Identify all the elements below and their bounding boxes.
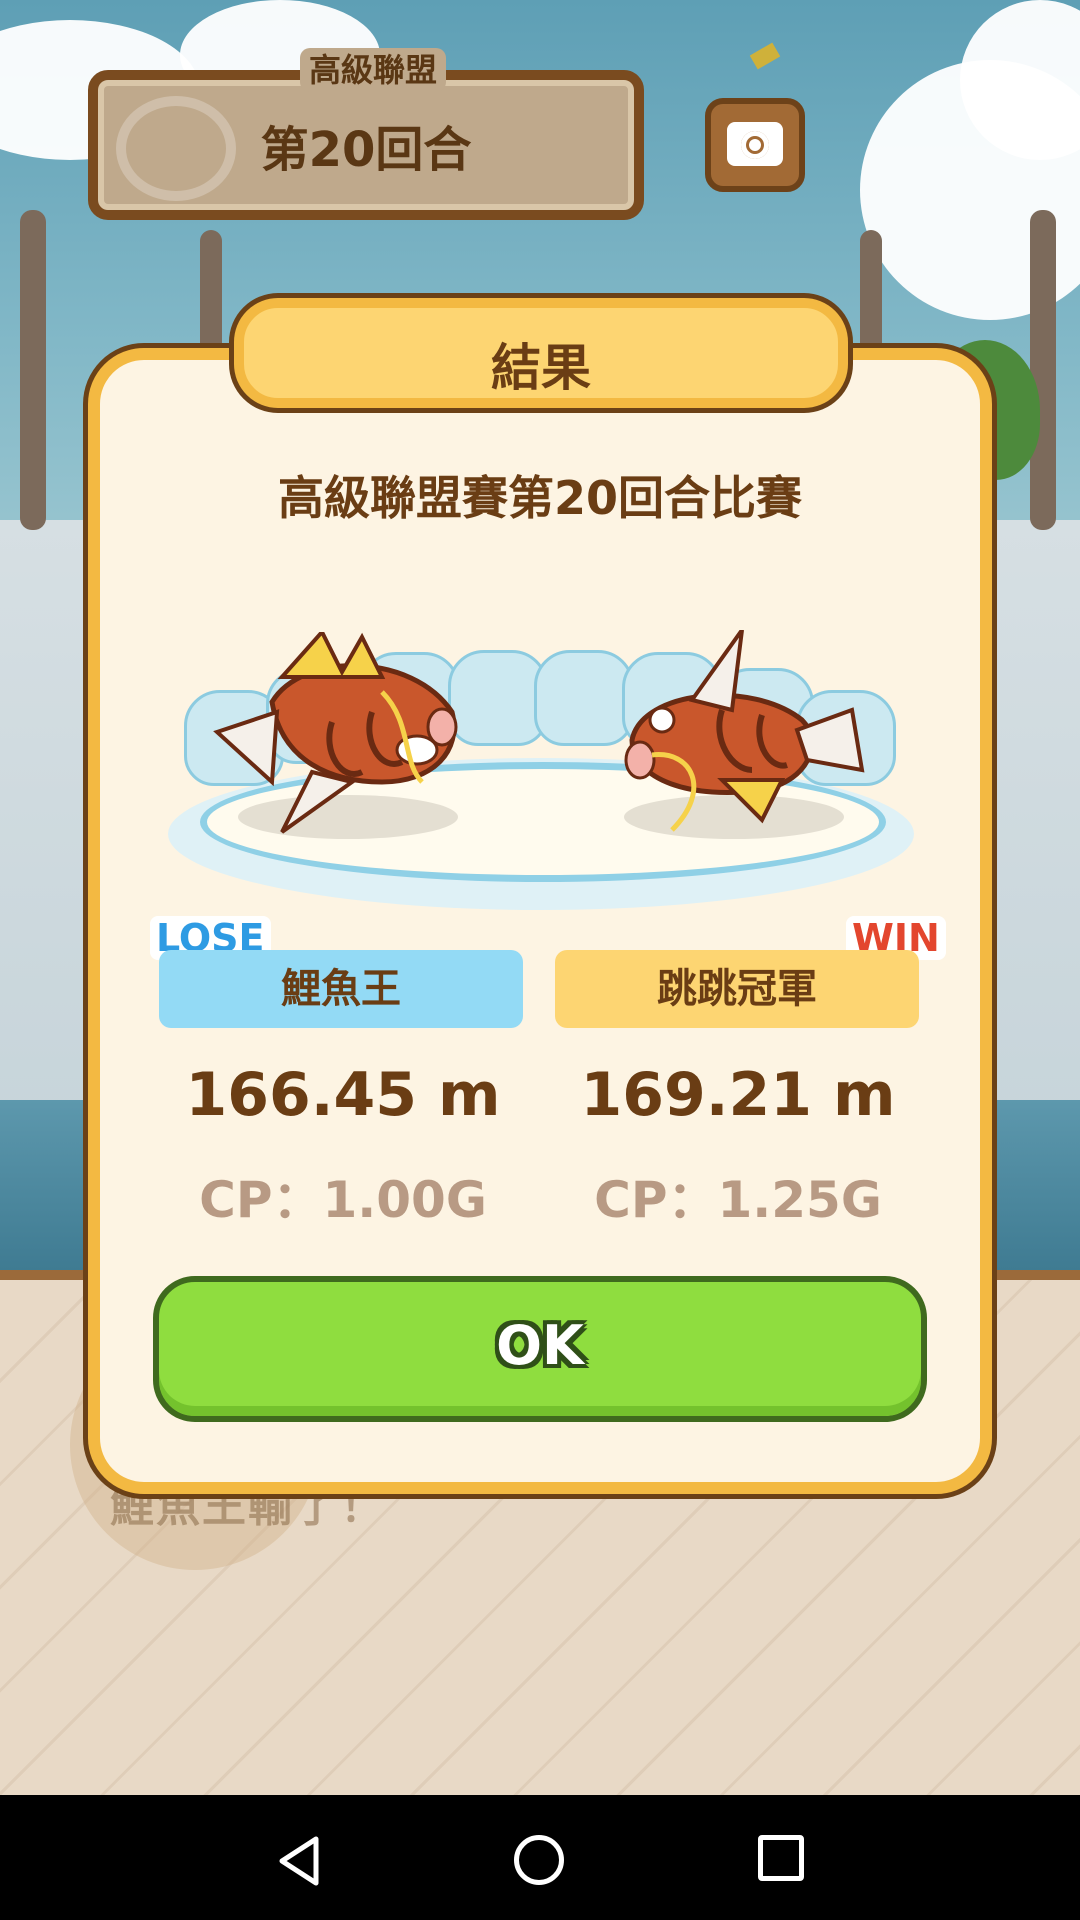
- magikarp-right-image: [624, 630, 865, 832]
- league-label: 高級聯盟: [300, 48, 446, 92]
- recent-apps-icon[interactable]: [758, 1835, 804, 1881]
- right-pokemon-name: 跳跳冠軍: [555, 950, 919, 1028]
- magikarp-left-image: [213, 632, 458, 834]
- dialog-title: 結果: [491, 339, 591, 397]
- bare-tree: [20, 210, 46, 530]
- left-pokemon-name: 鯉魚王: [159, 950, 523, 1028]
- back-icon[interactable]: [276, 1835, 322, 1887]
- left-cp: CP：1.00G: [199, 1171, 487, 1229]
- right-cp: CP：1.25G: [594, 1171, 882, 1229]
- camera-lens: [741, 131, 769, 159]
- home-icon[interactable]: [514, 1835, 564, 1885]
- round-title: 第20回合: [260, 122, 472, 178]
- right-distance: 169.21 m: [580, 1060, 896, 1130]
- bare-tree: [1030, 210, 1056, 530]
- camera-button[interactable]: [705, 98, 805, 192]
- match-title: 高級聯盟賽第20回合比賽: [277, 471, 802, 525]
- ok-button-label[interactable]: OK: [153, 1314, 927, 1377]
- left-distance: 166.45 m: [185, 1060, 501, 1130]
